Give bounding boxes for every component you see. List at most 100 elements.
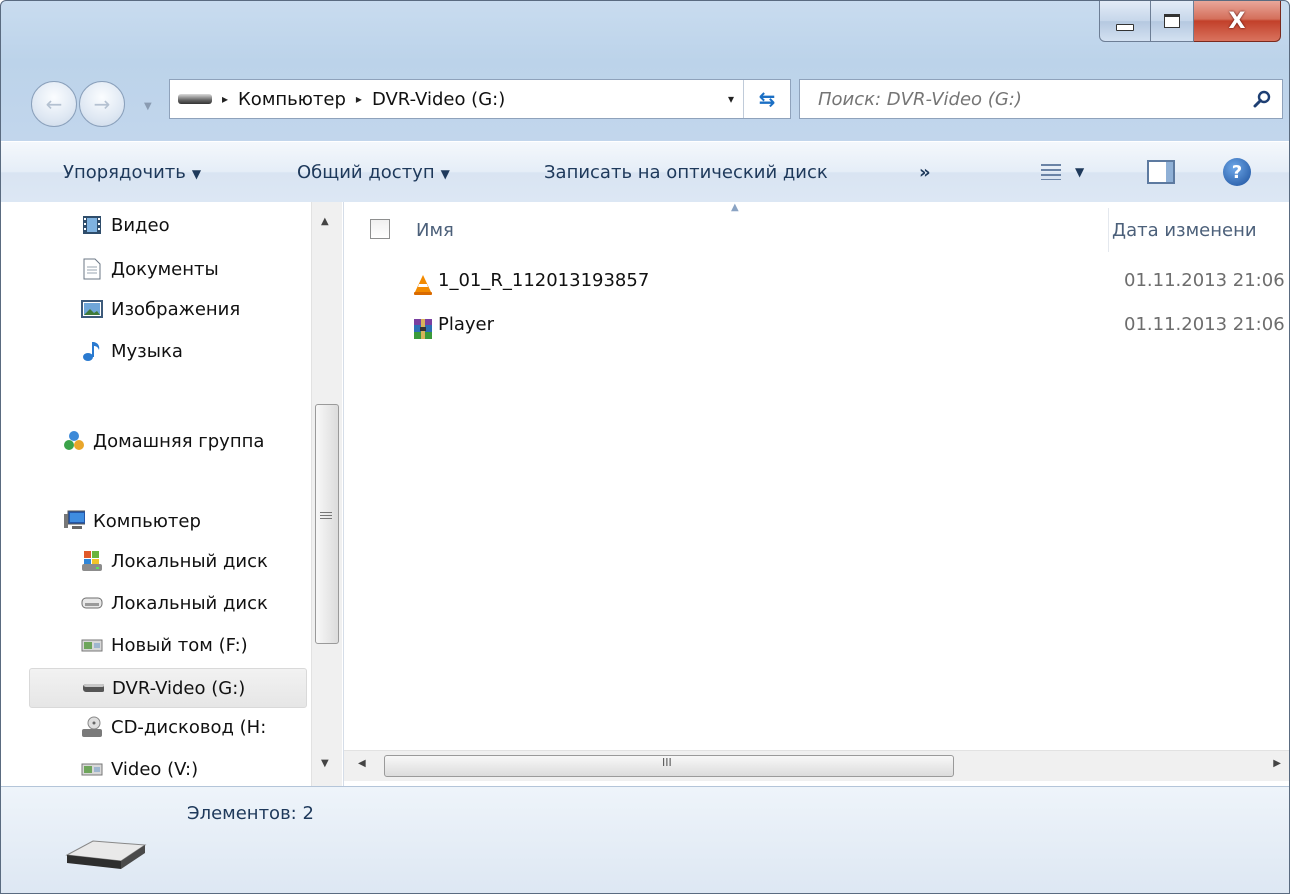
nav-item-music[interactable]: Музыка [81, 340, 183, 362]
close-icon: X [1228, 8, 1246, 34]
chevron-down-icon: ▼ [440, 166, 450, 181]
file-date: 01.11.2013 21:06 [1124, 270, 1285, 291]
nav-item-cd-drive-h[interactable]: CD-дисковод (H: [81, 716, 266, 738]
change-view-button[interactable]: ▼ [1041, 164, 1084, 180]
removable-drive-icon [61, 833, 151, 873]
breadcrumb-dvr-video[interactable]: DVR-Video (G:) [372, 89, 505, 110]
scroll-down-icon[interactable]: ▼ [321, 758, 329, 769]
help-icon: ? [1231, 161, 1243, 183]
back-arrow-icon: ← [45, 92, 63, 116]
pictures-library-icon [81, 298, 103, 320]
recent-pages-dropdown[interactable]: ▼ [144, 101, 152, 112]
file-list: ▲ Имя Дата изменени 1_01_R_112013193857 … [344, 202, 1289, 786]
navigation-pane: Видео Документы Изображения Музыка Домаш… [1, 202, 344, 786]
cd-drive-icon [81, 716, 103, 738]
breadcrumb-separator[interactable]: ▸ [222, 92, 228, 106]
video-library-icon [81, 214, 103, 236]
details-view-icon [1041, 164, 1061, 180]
column-header-name[interactable]: Имя [416, 220, 454, 241]
hard-drive-icon [81, 592, 103, 614]
navigation-row: ← → ▼ ▸ Компьютер ▸ DVR-Video (G:) ▾ ⇆ [1, 67, 1289, 137]
file-date: 01.11.2013 21:06 [1124, 314, 1285, 335]
file-name: 1_01_R_112013193857 [438, 270, 650, 291]
share-label: Общий доступ [297, 161, 435, 183]
removable-drive-icon [82, 677, 104, 699]
breadcrumb-separator[interactable]: ▸ [356, 92, 362, 106]
minimize-button[interactable] [1099, 1, 1151, 42]
nav-item-label: Локальный диск [111, 550, 268, 572]
forward-arrow-icon: → [93, 92, 111, 116]
share-menu[interactable]: Общий доступ ▼ [297, 162, 450, 183]
explorer-window: X ← → ▼ ▸ Компьютер ▸ DVR-Video (G:) ▾ ⇆ [0, 0, 1290, 894]
file-list-horizontal-scrollbar[interactable]: ◀ III ▶ [344, 750, 1289, 781]
column-divider[interactable] [1108, 208, 1109, 252]
documents-library-icon [81, 258, 103, 280]
scroll-right-icon[interactable]: ▶ [1273, 758, 1281, 769]
scroll-up-icon[interactable]: ▲ [321, 216, 329, 227]
search-input[interactable] [816, 87, 1242, 111]
chevron-down-icon: ▼ [1075, 165, 1085, 179]
minimize-icon [1116, 23, 1134, 31]
select-all-checkbox[interactable] [370, 219, 390, 239]
refresh-icon: ⇆ [758, 87, 776, 111]
forward-button[interactable]: → [79, 81, 125, 127]
search-icon[interactable] [1242, 90, 1282, 108]
breadcrumb-computer[interactable]: Компьютер [238, 89, 346, 110]
sort-ascending-icon: ▲ [731, 202, 739, 213]
address-history-dropdown[interactable]: ▾ [728, 92, 734, 106]
maximize-button[interactable] [1151, 1, 1194, 42]
nav-pane-scrollbar[interactable]: ▲ ▼ [311, 202, 342, 786]
nav-item-homegroup[interactable]: Домашняя группа [63, 430, 264, 452]
organize-menu[interactable]: Упорядочить ▼ [63, 162, 201, 183]
removable-drive-icon [178, 94, 212, 104]
nav-item-video[interactable]: Видео [81, 214, 170, 236]
nav-item-label: Video (V:) [111, 758, 199, 780]
column-header-date-modified[interactable]: Дата изменени [1112, 220, 1257, 241]
preview-pane-button[interactable] [1147, 160, 1175, 184]
file-name: Player [438, 314, 495, 335]
nav-item-local-disk-c[interactable]: Локальный диск [81, 550, 268, 572]
scrollbar-thumb[interactable] [315, 404, 339, 644]
homegroup-icon [63, 430, 85, 452]
nav-item-dvr-video-g[interactable]: DVR-Video (G:) [29, 668, 307, 708]
winrar-archive-icon [412, 318, 434, 340]
network-drive-icon [81, 758, 103, 780]
nav-item-local-disk[interactable]: Локальный диск [81, 592, 268, 614]
back-button[interactable]: ← [31, 81, 77, 127]
close-button[interactable]: X [1194, 1, 1281, 42]
window-caption-buttons: X [1099, 1, 1281, 45]
help-button[interactable]: ? [1223, 158, 1251, 186]
chevron-down-icon: ▼ [191, 166, 202, 181]
file-row[interactable]: Player 01.11.2013 21:06 [344, 314, 1289, 352]
search-box[interactable] [799, 79, 1283, 119]
nav-item-label: DVR-Video (G:) [112, 677, 246, 699]
nav-item-documents[interactable]: Документы [81, 258, 219, 280]
nav-item-video-v[interactable]: Video (V:) [81, 758, 198, 780]
music-library-icon [81, 340, 103, 362]
grip-icon: III [662, 756, 672, 769]
grip-icon [320, 512, 332, 521]
more-commands-button[interactable]: » [919, 162, 931, 183]
nav-item-new-volume-f[interactable]: Новый том (F:) [81, 634, 248, 656]
nav-item-computer[interactable]: Компьютер [63, 510, 201, 532]
nav-item-label: Новый том (F:) [111, 634, 248, 656]
nav-item-label: Изображения [111, 298, 241, 320]
item-count: Элементов: 2 [187, 803, 314, 824]
nav-item-label: Домашняя группа [93, 430, 265, 452]
nav-item-label: CD-дисковод (H: [111, 716, 267, 738]
nav-item-label: Компьютер [93, 510, 201, 532]
address-bar[interactable]: ▸ Компьютер ▸ DVR-Video (G:) ▾ ⇆ [169, 79, 791, 119]
computer-icon [63, 510, 85, 532]
nav-item-label: Документы [111, 258, 219, 280]
vlc-icon [412, 274, 434, 296]
file-row[interactable]: 1_01_R_112013193857 01.11.2013 21:06 [344, 270, 1289, 308]
scroll-left-icon[interactable]: ◀ [358, 758, 366, 769]
system-drive-icon [81, 550, 103, 572]
burn-button[interactable]: Записать на оптический диск [544, 162, 828, 183]
nav-item-label: Музыка [111, 340, 183, 362]
nav-item-label: Видео [111, 214, 170, 236]
nav-item-pictures[interactable]: Изображения [81, 298, 240, 320]
details-pane: Элементов: 2 [1, 786, 1289, 893]
refresh-button[interactable]: ⇆ [743, 80, 790, 118]
nav-item-label: Локальный диск [111, 592, 268, 614]
